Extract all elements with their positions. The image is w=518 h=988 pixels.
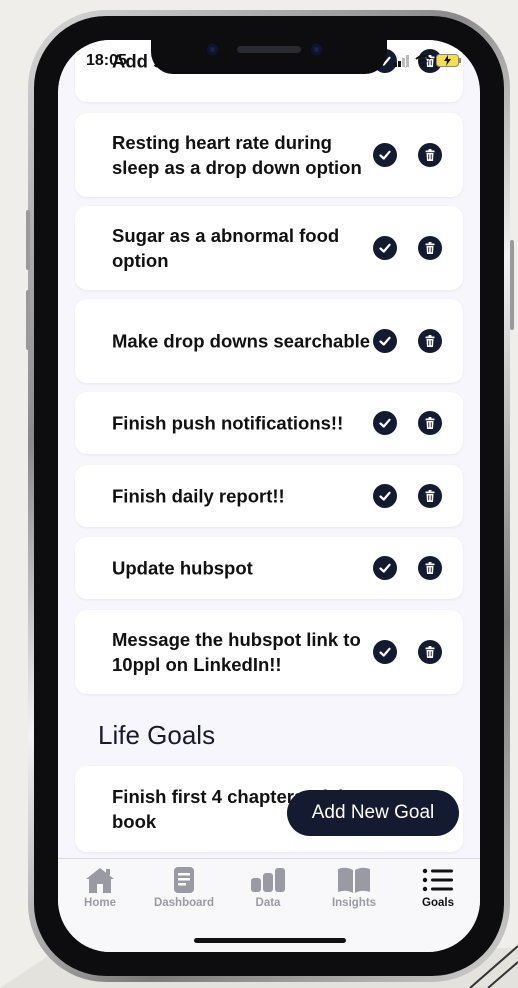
tab-dashboard[interactable]: Dashboard [144, 865, 224, 909]
volume-down-button [26, 290, 30, 350]
goal-text: Make drop downs searchable [112, 330, 371, 352]
tab-goals[interactable]: Goals [398, 865, 478, 909]
goal-card[interactable]: Resting heart rate during sleep as a dro… [75, 113, 463, 197]
tab-label: Goals [422, 897, 454, 909]
checkmark-icon[interactable] [373, 484, 397, 508]
trash-icon[interactable] [418, 640, 442, 664]
book-icon [338, 867, 370, 893]
tab-insights[interactable]: Insights [314, 865, 394, 909]
power-button [510, 240, 514, 330]
goal-text: Update hubspot [112, 557, 253, 579]
goal-text: Sugar as a abnormal food option [112, 225, 340, 271]
list-icon [422, 868, 453, 892]
battery-icon [436, 54, 461, 67]
tab-label: Insights [331, 897, 377, 909]
goal-text: Resting heart rate during sleep as a dro… [112, 132, 362, 178]
checkmark-icon[interactable] [373, 556, 397, 580]
goal-card[interactable]: Finish push notifications!! [75, 392, 463, 454]
status-icons [394, 54, 462, 67]
bar-chart-icon [251, 868, 285, 892]
goal-card[interactable]: Finish daily report!! [75, 465, 463, 527]
goal-text: Finish push notifications!! [112, 412, 344, 434]
goal-card[interactable]: Message the hubspot link to 10ppl on Lin… [75, 610, 463, 694]
checkmark-icon[interactable] [373, 236, 397, 260]
goal-card[interactable]: Update hubspot [75, 537, 463, 599]
trash-icon[interactable] [418, 143, 442, 167]
wifi-icon [415, 54, 431, 67]
sensor-icon [311, 44, 322, 55]
speaker-grille [237, 46, 301, 53]
notch [151, 40, 387, 74]
section-title-life-goals: Life Goals [98, 720, 216, 750]
goal-text: Message the hubspot link to 10ppl on Lin… [112, 629, 361, 675]
goal-text: Finish daily report!! [112, 485, 285, 507]
goal-card[interactable]: Make drop downs searchable [75, 299, 463, 383]
add-new-goal-button[interactable]: Add New Goal [287, 790, 459, 836]
tab-label: Data [255, 897, 281, 909]
checkmark-icon[interactable] [373, 411, 397, 435]
home-indicator [194, 938, 346, 943]
tab-label: Dashboard [153, 897, 215, 909]
volume-up-button [26, 210, 30, 270]
trash-icon[interactable] [418, 556, 442, 580]
document-icon [174, 867, 194, 893]
home-icon [86, 868, 114, 893]
tab-label: Home [84, 897, 116, 909]
trash-icon[interactable] [418, 236, 442, 260]
trash-icon[interactable] [418, 484, 442, 508]
checkmark-icon[interactable] [373, 143, 397, 167]
signal-icon [394, 54, 409, 67]
app-screen: 18:05 Add step volatilityResting heart r… [58, 40, 480, 952]
checkmark-icon[interactable] [373, 329, 397, 353]
camera-icon [207, 44, 218, 55]
tab-home[interactable]: Home [60, 865, 140, 909]
trash-icon[interactable] [418, 329, 442, 353]
tab-data[interactable]: Data [228, 865, 308, 909]
trash-icon[interactable] [418, 411, 442, 435]
checkmark-icon[interactable] [373, 640, 397, 664]
status-time: 18:05 [86, 52, 127, 69]
goal-card[interactable]: Sugar as a abnormal food option [75, 206, 463, 290]
